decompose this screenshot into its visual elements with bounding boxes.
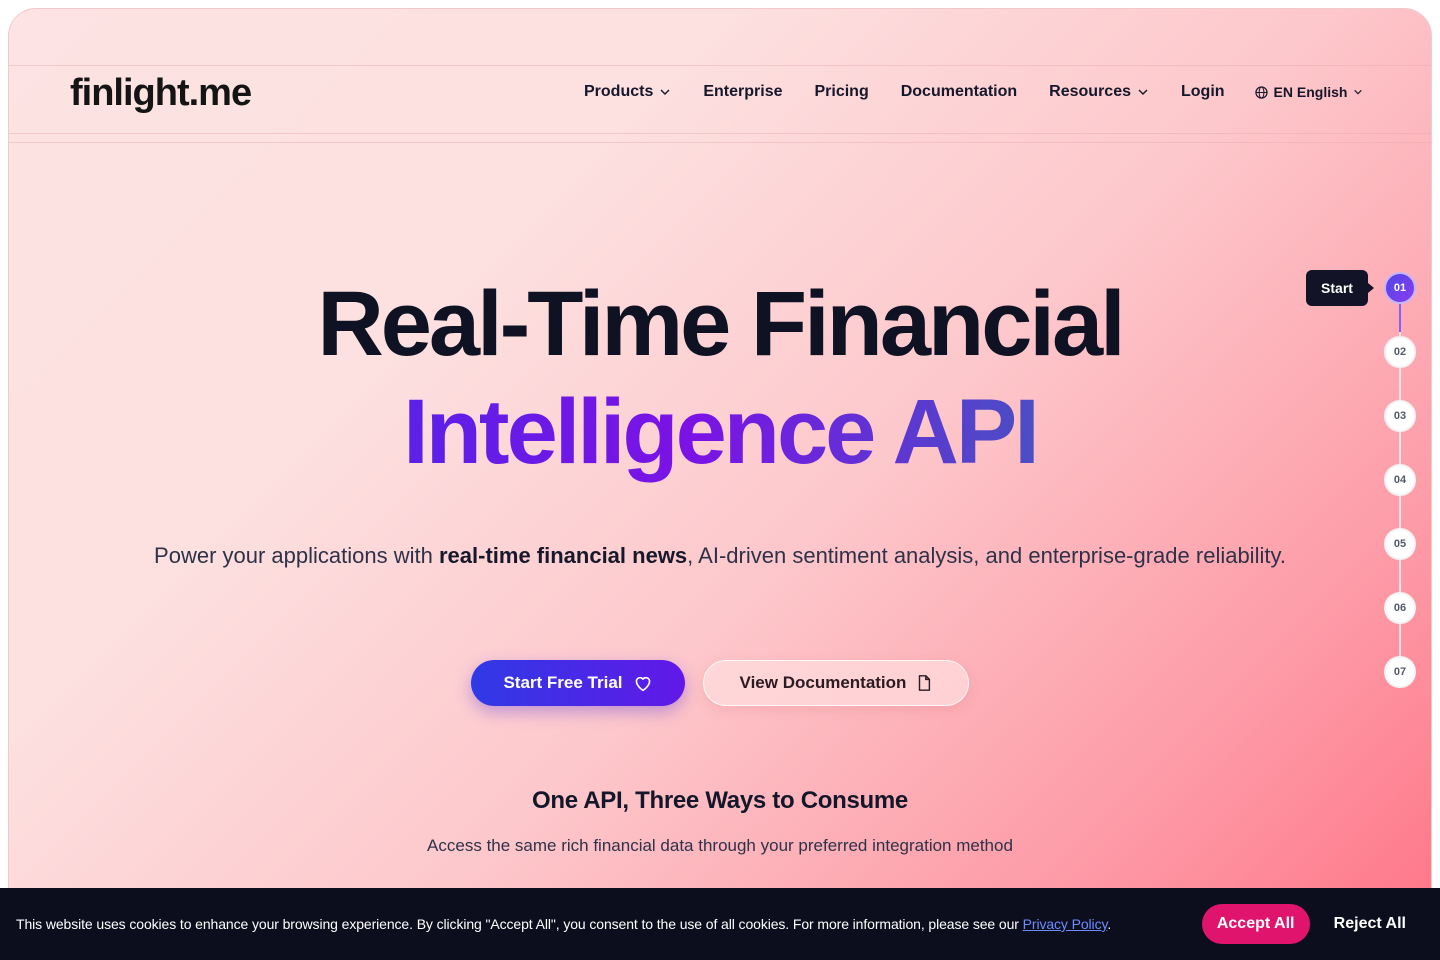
section-subtitle: Access the same rich financial data thro… — [427, 836, 1013, 855]
divider-line — [9, 142, 1431, 143]
nav-pricing[interactable]: Pricing — [814, 83, 868, 101]
nav-label: Pricing — [814, 83, 869, 100]
cookie-banner: This website uses cookies to enhance you… — [0, 888, 1440, 960]
language-selector[interactable]: EN English — [1254, 84, 1364, 100]
nav-label: Documentation — [900, 83, 1018, 100]
step-05[interactable]: 05 — [1384, 528, 1416, 560]
nav-products[interactable]: Products — [584, 83, 671, 101]
step-03[interactable]: 03 — [1384, 400, 1416, 432]
chevron-down-icon — [660, 89, 670, 95]
view-documentation-button[interactable]: View Documentation — [703, 660, 969, 706]
divider-line — [9, 65, 1431, 66]
steps-track-progress — [1399, 300, 1401, 332]
button-label: View Documentation — [739, 673, 907, 692]
chevron-down-icon — [1354, 89, 1363, 95]
language-label: EN English — [1273, 84, 1348, 100]
cookie-message: This website uses cookies to enhance you… — [16, 916, 1202, 932]
step-02[interactable]: 02 — [1384, 336, 1416, 368]
heart-icon — [635, 676, 650, 692]
accept-all-button[interactable]: Accept All — [1201, 904, 1310, 944]
privacy-policy-link[interactable]: Privacy Policy — [1023, 916, 1108, 932]
nav-label: Products — [584, 83, 654, 100]
step-06[interactable]: 06 — [1384, 592, 1416, 624]
nav-resources[interactable]: Resources — [1049, 83, 1149, 101]
nav-label: Login — [1181, 83, 1225, 100]
nav-enterprise[interactable]: Enterprise — [703, 83, 782, 101]
start-free-trial-button[interactable]: Start Free Trial — [471, 660, 685, 706]
subtitle-bold: real-time financial news — [438, 543, 688, 568]
hero-title: Real-Time Financial Intelligence API — [0, 270, 1440, 486]
document-icon — [919, 675, 931, 691]
divider-line — [9, 133, 1431, 134]
nav-login[interactable]: Login — [1181, 83, 1225, 101]
logo[interactable]: finlight.me — [70, 72, 252, 115]
hero-title-line2: Intelligence API — [403, 381, 1040, 483]
button-label: Start Free Trial — [503, 673, 623, 692]
step-tooltip: Start — [1306, 270, 1374, 306]
globe-icon — [1254, 85, 1268, 99]
nav-documentation[interactable]: Documentation — [901, 83, 1017, 101]
cookie-text: This website uses cookies to enhance you… — [16, 916, 1023, 932]
subtitle-text: Power your applications with — [154, 543, 439, 568]
cookie-text-end: . — [1107, 916, 1112, 932]
nav-label: Resources — [1049, 83, 1131, 100]
chevron-down-icon — [1138, 89, 1148, 95]
step-04[interactable]: 04 — [1384, 464, 1416, 496]
section-title: One API, Three Ways to Consume — [532, 787, 908, 814]
main-nav: Products Enterprise Pricing Documentatio… — [584, 83, 1363, 101]
reject-all-button[interactable]: Reject All — [1334, 915, 1406, 933]
hero-subtitle: Power your applications with real-time f… — [0, 536, 1440, 575]
subtitle-text: , AI-driven sentiment analysis, and ente… — [687, 543, 1286, 568]
nav-label: Enterprise — [703, 83, 783, 100]
step-07[interactable]: 07 — [1384, 656, 1416, 688]
hero-title-line1: Real-Time Financial — [317, 273, 1125, 375]
hero-buttons: Start Free Trial View Documentation — [0, 660, 1440, 706]
step-01[interactable]: 01 — [1384, 272, 1416, 304]
